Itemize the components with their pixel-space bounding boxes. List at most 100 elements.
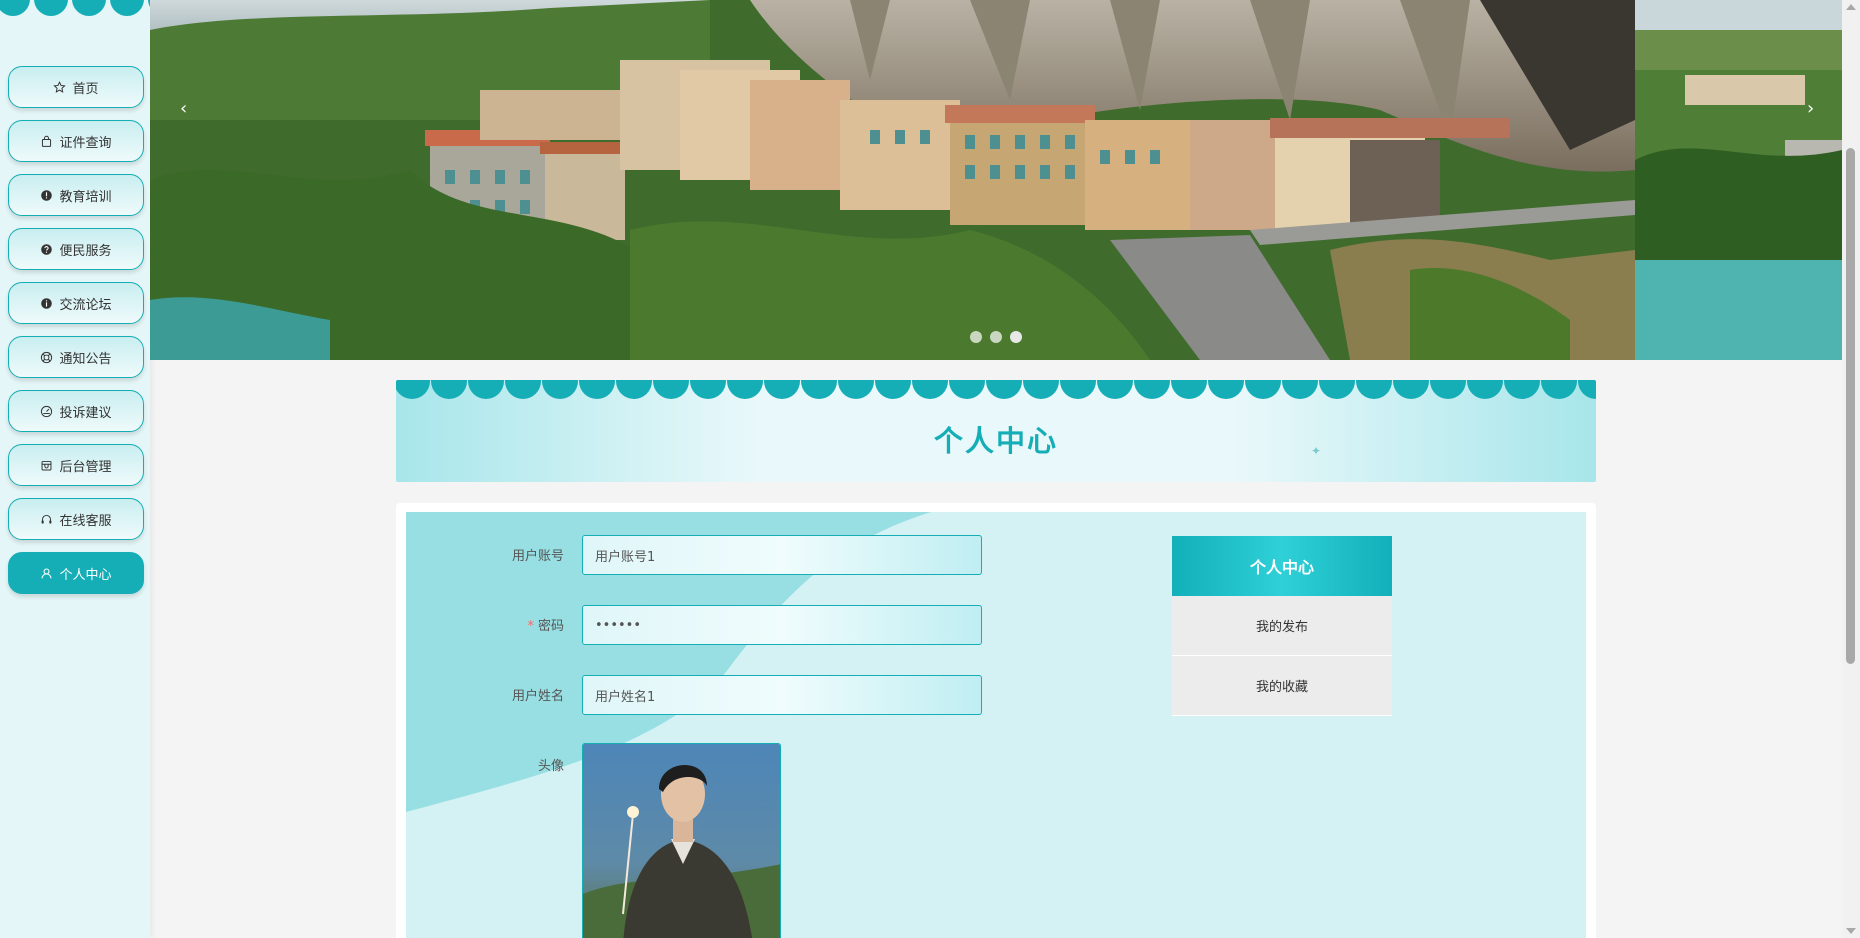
side-menu-title: 个人中心: [1172, 536, 1392, 596]
scallop-bump: [801, 380, 837, 399]
scallop-bump: [653, 380, 689, 399]
password-label-text: 密码: [537, 619, 564, 634]
side-menu-my-posts[interactable]: 我的发布: [1172, 596, 1392, 656]
scallop-bump: [579, 380, 615, 399]
sidebar-item-label: 个人中心: [59, 567, 112, 583]
carousel-dot[interactable]: [990, 331, 1002, 343]
scallop-bump: [1134, 380, 1170, 399]
sidebar-nav: 首页 证件查询 教育培训 便民服务 交流论坛 通知公告 投诉建议 后台管理 在线…: [0, 0, 150, 938]
profile-card: 用户账号 用户账号1 * 密码 •••••• 用户姓名 用户姓名1 头像 个人中…: [396, 503, 1596, 938]
name-label-text: 用户姓名: [511, 689, 564, 704]
sidebar-item-label: 证件查询: [59, 135, 112, 151]
sidebar-item-support[interactable]: 在线客服: [8, 498, 144, 540]
sidebar-item-label: 在线客服: [59, 513, 112, 529]
star-icon: [53, 80, 67, 94]
sidebar-item-label: 通知公告: [59, 351, 112, 367]
name-input[interactable]: 用户姓名1: [582, 675, 982, 715]
banner-image: [150, 0, 1635, 360]
scroll-down-arrow-icon[interactable]: [1846, 928, 1856, 934]
scallop-bump: [912, 380, 948, 399]
sidebar-item-forum[interactable]: 交流论坛: [8, 282, 144, 324]
question-circle-icon: [40, 243, 53, 256]
sidebar-scallop-decoration: [0, 0, 150, 20]
scallop-bump: [690, 380, 726, 399]
scallop-bump: [616, 380, 652, 399]
scallop-bump: [1282, 380, 1318, 399]
carousel-next-icon[interactable]: ›: [1807, 98, 1814, 119]
scallop-bump: [505, 380, 541, 399]
profile-panel: 用户账号 用户账号1 * 密码 •••••• 用户姓名 用户姓名1 头像 个人中…: [406, 512, 1586, 938]
carousel-dots: [970, 331, 1022, 343]
scallop-bump: [431, 380, 467, 399]
password-label: * 密码: [464, 615, 564, 634]
scallop-bump: [1060, 380, 1096, 399]
profile-side-menu: 个人中心 我的发布 我的收藏: [1172, 536, 1392, 716]
lifebuoy-icon: [40, 351, 53, 364]
scallop-bump: [1578, 380, 1596, 399]
scallop-bump: [1171, 380, 1207, 399]
scallop-bump: [468, 380, 504, 399]
sidebar-item-label: 教育培训: [59, 189, 112, 205]
scallop-bump: [875, 380, 911, 399]
avatar-label-text: 头像: [537, 759, 564, 774]
banner-carousel[interactable]: ‹: [150, 0, 1635, 360]
headset-icon: [40, 513, 53, 526]
scallop-bump: [1245, 380, 1281, 399]
scallop-bump: [1504, 380, 1540, 399]
sidebar-item-certificate-query[interactable]: 证件查询: [8, 120, 144, 162]
scallop-bump: [1393, 380, 1429, 399]
sidebar-item-notices[interactable]: 通知公告: [8, 336, 144, 378]
warning-circle-icon: [40, 189, 53, 202]
sidebar-item-label: 交流论坛: [59, 297, 112, 313]
account-input-value: 用户账号1: [595, 549, 656, 565]
avatar-label: 头像: [464, 755, 564, 774]
sidebar-item-complaints[interactable]: 投诉建议: [8, 390, 144, 432]
sidebar-item-home[interactable]: 首页: [8, 66, 144, 108]
sidebar-item-education[interactable]: 教育培训: [8, 174, 144, 216]
title-scallop-decoration: [396, 380, 1596, 400]
scallop-bump: [764, 380, 800, 399]
info-circle-icon: [40, 297, 53, 310]
account-label-text: 用户账号: [511, 549, 564, 564]
scallop-bump: [1097, 380, 1133, 399]
scallop-bump: [1356, 380, 1392, 399]
name-label: 用户姓名: [464, 685, 564, 704]
banner-preview-image: [1635, 0, 1842, 360]
sidebar-item-label: 投诉建议: [59, 405, 112, 421]
sidebar-item-admin[interactable]: 后台管理: [8, 444, 144, 486]
page-title-banner: 个人中心 ✦: [396, 380, 1596, 482]
scallop-bump: [1208, 380, 1244, 399]
carousel-dot[interactable]: [970, 331, 982, 343]
scallop-bump: [1467, 380, 1503, 399]
sidebar-item-label: 首页: [72, 81, 99, 97]
scallop-bump: [949, 380, 985, 399]
password-input[interactable]: ••••••: [582, 605, 982, 645]
scroll-up-arrow-icon[interactable]: [1846, 4, 1856, 10]
scallop-bump: [838, 380, 874, 399]
side-menu-my-favorites[interactable]: 我的收藏: [1172, 656, 1392, 716]
carousel-prev-icon[interactable]: ‹: [180, 98, 187, 119]
name-input-value: 用户姓名1: [595, 689, 656, 705]
scallop-bump: [986, 380, 1022, 399]
scallop-bump: [542, 380, 578, 399]
scrollbar-thumb[interactable]: [1846, 148, 1855, 664]
avatar: [583, 744, 780, 938]
scallop-bump: [1319, 380, 1355, 399]
dashboard-icon: [40, 405, 53, 418]
scallop-bump: [396, 380, 430, 399]
page-scrollbar[interactable]: [1842, 0, 1860, 938]
carousel-dot-active[interactable]: [1010, 331, 1022, 343]
password-input-value: ••••••: [595, 617, 642, 633]
page-title: 个人中心: [933, 424, 1058, 458]
required-mark: *: [527, 619, 534, 634]
shop-icon: [40, 459, 53, 472]
account-label: 用户账号: [464, 545, 564, 564]
sidebar-item-profile[interactable]: 个人中心: [8, 552, 144, 594]
avatar-upload[interactable]: [582, 743, 781, 938]
banner-next-slide-preview: ›: [1635, 0, 1842, 360]
sidebar-item-services[interactable]: 便民服务: [8, 228, 144, 270]
bag-icon: [40, 135, 53, 148]
scallop-bump: [727, 380, 763, 399]
account-input[interactable]: 用户账号1: [582, 535, 982, 575]
scallop-bump: [1023, 380, 1059, 399]
